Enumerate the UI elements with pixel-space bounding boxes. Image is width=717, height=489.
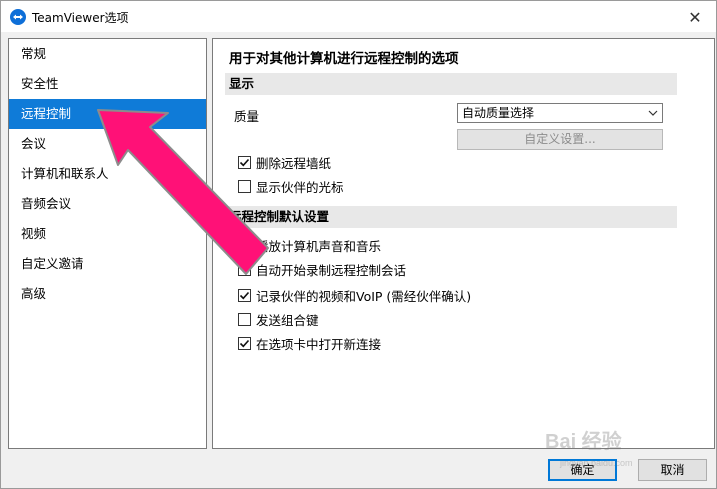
- sidebar-item-video[interactable]: 视频: [9, 219, 206, 249]
- play-sounds-option[interactable]: 播放计算机声音和音乐: [238, 237, 382, 254]
- sidebar-item-meeting[interactable]: 会议: [9, 129, 206, 159]
- watermark: Bai 经验: [545, 431, 622, 453]
- options-window: TeamViewer选项 ✕ 常规 安全性 远程控制 会议 计算机和联系人 音频…: [0, 0, 717, 489]
- close-button[interactable]: ✕: [684, 6, 706, 28]
- play-sounds-checkbox[interactable]: [238, 238, 251, 252]
- record-video-voip-checkbox[interactable]: [238, 288, 251, 302]
- custom-settings-button[interactable]: 自定义设置...: [457, 129, 663, 150]
- sidebar-item-general[interactable]: 常规: [9, 39, 206, 69]
- send-key-combinations-checkbox[interactable]: [238, 312, 251, 326]
- record-video-voip-option[interactable]: 记录伙伴的视频和VoIP (需经伙伴确认): [238, 287, 472, 304]
- title-bar: TeamViewer选项 ✕: [1, 1, 716, 32]
- remove-wallpaper-label: 删除远程墙纸: [256, 155, 332, 171]
- display-section-header: 显示: [225, 73, 677, 95]
- open-in-tabs-label: 在选项卡中打开新连接: [256, 336, 382, 352]
- window-title: TeamViewer选项: [32, 11, 129, 25]
- show-partner-cursor-option[interactable]: 显示伙伴的光标: [238, 178, 344, 195]
- watermark-url: jingyan.baidu.com: [560, 458, 633, 468]
- settings-panel: 用于对其他计算机进行远程控制的选项 显示 质量 自动质量选择 自定义设置... …: [212, 38, 715, 449]
- show-partner-cursor-checkbox[interactable]: [238, 179, 251, 193]
- sidebar-item-computers-contacts[interactable]: 计算机和联系人: [9, 159, 206, 189]
- quality-select[interactable]: 自动质量选择: [457, 103, 663, 123]
- remove-wallpaper-checkbox[interactable]: [238, 155, 251, 169]
- show-partner-cursor-label: 显示伙伴的光标: [256, 179, 344, 195]
- category-list: 常规 安全性 远程控制 会议 计算机和联系人 音频会议 视频 自定义邀请 高级: [8, 38, 207, 449]
- sidebar-item-custom-invitation[interactable]: 自定义邀请: [9, 249, 206, 279]
- quality-label: 质量: [234, 109, 260, 124]
- open-in-tabs-checkbox[interactable]: [238, 336, 251, 350]
- sidebar-item-audio-conference[interactable]: 音频会议: [9, 189, 206, 219]
- play-sounds-label: 播放计算机声音和音乐: [256, 238, 382, 254]
- send-key-combinations-label: 发送组合键: [256, 312, 319, 328]
- remove-wallpaper-option[interactable]: 删除远程墙纸: [238, 154, 332, 171]
- quality-select-value: 自动质量选择: [462, 106, 535, 120]
- page-title: 用于对其他计算机进行远程控制的选项: [229, 51, 459, 67]
- auto-record-label: 自动开始录制远程控制会话: [256, 262, 407, 278]
- auto-record-option[interactable]: 自动开始录制远程控制会话: [238, 261, 407, 278]
- send-key-combinations-option[interactable]: 发送组合键: [238, 311, 319, 328]
- teamviewer-logo-icon: [10, 9, 26, 25]
- record-video-voip-label: 记录伙伴的视频和VoIP (需经伙伴确认): [256, 288, 472, 304]
- open-in-tabs-option[interactable]: 在选项卡中打开新连接: [238, 335, 382, 352]
- sidebar-item-advanced[interactable]: 高级: [9, 279, 206, 309]
- close-icon: ✕: [688, 7, 702, 27]
- auto-record-checkbox[interactable]: [238, 262, 251, 276]
- cancel-button[interactable]: 取消: [638, 459, 707, 481]
- sidebar-item-security[interactable]: 安全性: [9, 69, 206, 99]
- defaults-section-header: 远程控制默认设置: [225, 206, 677, 228]
- sidebar-item-remote-control[interactable]: 远程控制: [9, 99, 206, 129]
- chevron-down-icon: [648, 104, 658, 129]
